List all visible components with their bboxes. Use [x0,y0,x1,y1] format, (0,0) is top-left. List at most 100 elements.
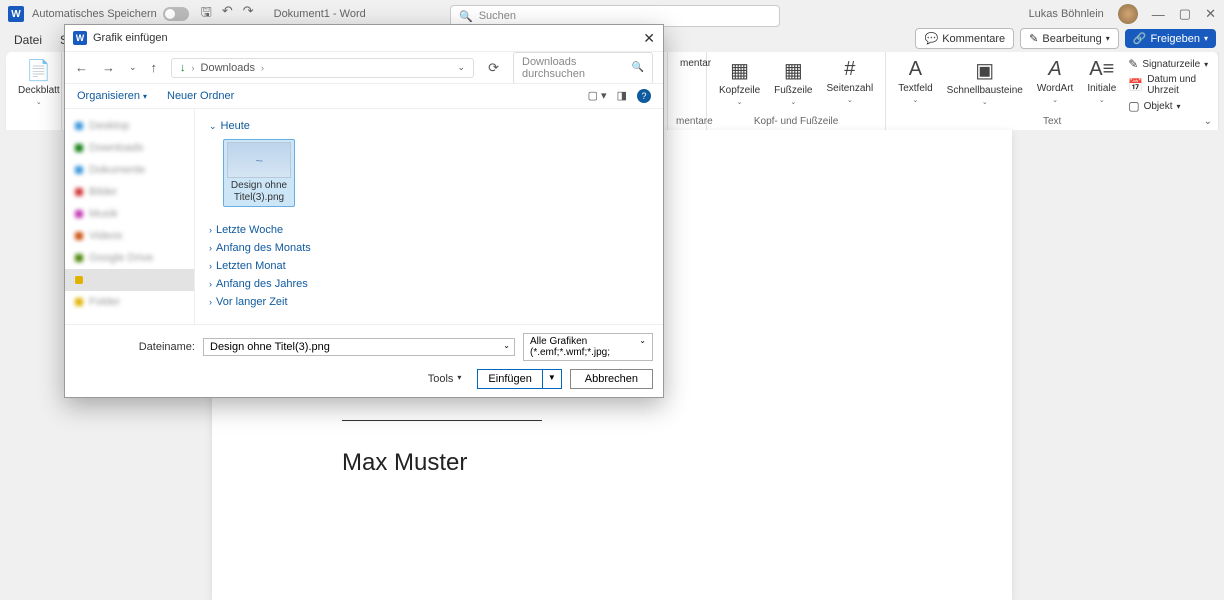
section-last-week[interactable]: ›Letzte Woche [209,221,649,239]
document-name: Dokument1 - Word [274,8,366,20]
autosave-toggle[interactable]: Automatisches Speichern [32,7,189,21]
chevron-down-icon[interactable]: ⌄ [458,62,466,73]
insert-split-dropdown[interactable]: ▼ [543,370,561,388]
header-icon: ▦ [730,58,749,83]
preview-pane-icon[interactable]: ◨ [617,89,627,103]
dialog-footer: Dateiname: Design ohne Titel(3).png ⌄ Al… [65,324,663,397]
sidebar-item[interactable]: Videos [65,225,194,247]
section-year-start[interactable]: ›Anfang des Jahres [209,275,649,293]
insert-button[interactable]: Einfügen ▼ [477,369,561,389]
ribbon-deckblatt[interactable]: 📄 Deckblatt ⌄ [14,56,64,108]
nav-up-icon[interactable]: ↑ [151,60,158,75]
chevron-right-icon: › [209,243,212,253]
chevron-down-icon: ▾ [1106,34,1110,43]
search-placeholder: Downloads durchsuchen [522,56,632,80]
organize-dropdown[interactable]: Organisieren ▾ [77,90,147,102]
dropcap-icon: A≡ [1089,58,1114,81]
dialog-toolbar: Organisieren ▾ Neuer Ordner ▢ ▾ ◨ ? [65,83,663,109]
filename-input[interactable]: Design ohne Titel(3).png ⌄ [203,338,515,356]
ribbon-signaturzeile[interactable]: ✎ Signaturzeile ▾ [1126,56,1210,72]
ribbon-textfeld[interactable]: A Textfeld ⌄ [894,56,936,114]
ribbon-collapse-button[interactable]: ⌄ [1204,116,1212,127]
file-item[interactable]: ~ Design ohne Titel(3).png [223,139,295,207]
tools-dropdown[interactable]: Tools ▾ [428,373,462,385]
toggle-switch[interactable] [163,7,189,21]
dialog-nav: ← → ⌄ ↑ ↓ › Downloads › ⌄ ⟳ Downloads du… [65,51,663,83]
ribbon-fusszeile[interactable]: ▦ Fußzeile ⌄ [770,56,816,108]
cancel-button[interactable]: Abbrechen [570,369,653,389]
chevron-down-icon: ⌄ [639,336,646,358]
view-mode-icon[interactable]: ▢ ▾ [588,89,607,103]
dialog-content: ⌄ Heute ~ Design ohne Titel(3).png ›Letz… [195,109,663,324]
chevron-down-icon: ⌄ [847,96,853,104]
sidebar-item[interactable]: Bilder [65,181,194,203]
file-filter-dropdown[interactable]: Alle Grafiken (*.emf;*.wmf;*.jpg; ⌄ [523,333,653,361]
chevron-down-icon: ▾ [143,92,147,101]
comment-icon: 💬 [924,32,938,45]
sidebar-item-selected[interactable] [65,269,194,291]
chevron-down-icon: ⌄ [1099,96,1105,104]
chevron-right-icon: › [261,63,264,73]
section-today[interactable]: ⌄ Heute [209,117,649,135]
search-placeholder: Suchen [479,10,516,22]
close-button[interactable]: ✕ [1205,6,1216,22]
sidebar-item[interactable]: Dokumente [65,159,194,181]
ribbon-initiale[interactable]: A≡ Initiale ⌄ [1083,56,1120,114]
chevron-down-icon: ⌄ [790,98,796,106]
chevron-down-icon: ⌄ [737,98,743,106]
ribbon-wordart[interactable]: A WordArt ⌄ [1033,56,1078,114]
comments-button[interactable]: 💬 Kommentare [915,28,1014,49]
section-month-start[interactable]: ›Anfang des Monats [209,239,649,257]
undo-icon[interactable]: ↶ [222,3,233,25]
share-icon: 🔗 [1133,32,1147,45]
minimize-button[interactable]: — [1152,7,1165,22]
titlebar-right: Lukas Böhnlein — ▢ ✕ [1029,4,1216,24]
calendar-icon: 📅 [1128,78,1143,92]
file-name: Design ohne Titel(3).png [226,180,292,204]
nav-forward-icon[interactable]: → [102,60,115,75]
sidebar-item[interactable]: Folder [65,291,194,313]
nav-recent-icon[interactable]: ⌄ [129,62,137,73]
ribbon-schnellbausteine[interactable]: ▣ Schnellbausteine ⌄ [943,56,1027,114]
ribbon-datum-uhrzeit[interactable]: 📅 Datum und Uhrzeit [1126,73,1210,97]
user-avatar[interactable] [1118,4,1138,24]
user-name: Lukas Böhnlein [1029,8,1104,20]
chevron-right-icon: › [209,297,212,307]
help-icon[interactable]: ? [637,89,651,103]
maximize-button[interactable]: ▢ [1179,6,1191,22]
ribbon-kopfzeile[interactable]: ▦ Kopfzeile ⌄ [715,56,764,108]
dialog-search[interactable]: Downloads durchsuchen 🔍 [513,52,653,84]
chevron-down-icon: ⌄ [209,121,217,132]
redo-icon[interactable]: ↷ [243,3,254,25]
editing-dropdown[interactable]: ✎ Bearbeitung ▾ [1020,28,1119,49]
ribbon-seitenzahl[interactable]: # Seitenzahl ⌄ [823,56,878,108]
dialog-body: Desktop Downloads Dokumente Bilder Musik… [65,109,663,324]
page-number-icon: # [844,58,855,81]
comments-group-label: mentare [676,116,698,127]
nav-back-icon[interactable]: ← [75,60,88,75]
chevron-right-icon: › [209,261,212,271]
sidebar-item[interactable]: Musik [65,203,194,225]
chevron-down-icon: ⌄ [913,96,919,104]
signature-line [342,420,542,421]
ribbon-objekt[interactable]: ▢ Objekt ▾ [1126,98,1210,114]
save-icon[interactable]: 🖫 [201,3,212,25]
new-folder-button[interactable]: Neuer Ordner [167,90,234,102]
sidebar-item[interactable]: Desktop [65,115,194,137]
menu-file[interactable]: Datei [14,33,42,47]
chevron-right-icon: › [192,63,195,73]
chevron-down-icon[interactable]: ⌄ [503,341,510,350]
refresh-icon[interactable]: ⟳ [488,60,499,76]
section-last-month[interactable]: ›Letzten Monat [209,257,649,275]
share-button[interactable]: 🔗 Freigeben ▾ [1125,29,1216,48]
chevron-right-icon: › [209,225,212,235]
word-icon: W [73,31,87,45]
sidebar-item[interactable]: Google Drive [65,247,194,269]
dialog-titlebar: W Grafik einfügen ✕ [65,25,663,51]
section-long-ago[interactable]: ›Vor langer Zeit [209,293,649,311]
chevron-down-icon: ▾ [1204,34,1208,43]
breadcrumb-bar[interactable]: ↓ › Downloads › ⌄ [171,58,474,78]
dialog-close-button[interactable]: ✕ [643,30,655,47]
chevron-down-icon: ▾ [1177,102,1181,111]
sidebar-item[interactable]: Downloads [65,137,194,159]
